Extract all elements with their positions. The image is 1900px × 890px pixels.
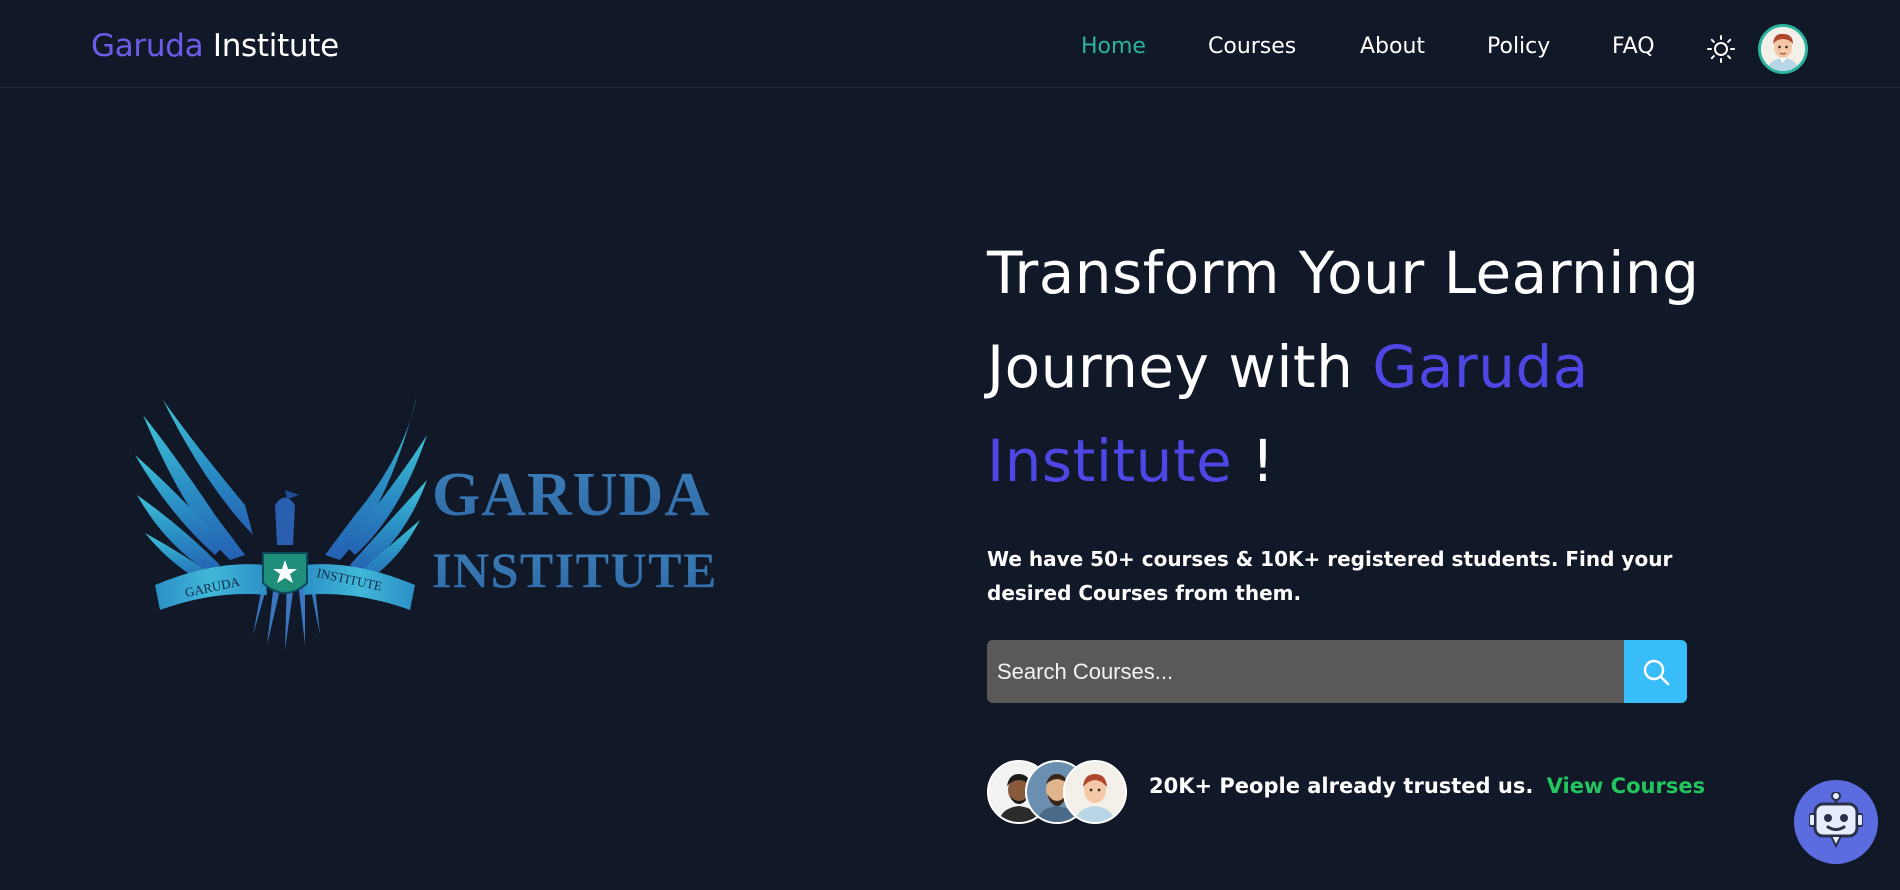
nav-courses[interactable]: Courses — [1208, 34, 1296, 59]
logo-wordmark-line1: GARUDA — [432, 461, 710, 529]
hero-title-highlight1: Garuda — [1372, 333, 1589, 401]
trusted-user-avatar — [1063, 760, 1127, 824]
hero-title: Transform Your Learning Journey with Gar… — [987, 226, 1747, 508]
trust-text: 20K+ People already trusted us. — [1149, 774, 1534, 798]
navbar: Garuda Institute Home Courses About Poli… — [0, 0, 1900, 88]
garuda-institute-emblem-logo: GARUDA INSTITUTE GARUDA INSTITUTE — [135, 395, 745, 655]
hero-title-line1: Transform Your Learning — [987, 239, 1700, 307]
brand-logo[interactable]: Garuda Institute — [91, 28, 339, 64]
chatbot-button[interactable] — [1794, 780, 1878, 864]
nav-faq[interactable]: FAQ — [1612, 34, 1655, 59]
search-bar — [987, 640, 1687, 703]
search-icon — [1643, 659, 1669, 685]
hero-title-line2: Journey with — [987, 333, 1373, 401]
trust-section: 20K+ People already trusted us. View Cou… — [987, 760, 1705, 824]
hero-description: We have 50+ courses & 10K+ registered st… — [987, 547, 1673, 605]
theme-toggle-sun-icon[interactable] — [1706, 34, 1736, 64]
logo-wordmark-line2: INSTITUTE — [432, 542, 718, 598]
nav-home[interactable]: Home — [1081, 34, 1146, 59]
hero-title-highlight2: Institute — [987, 427, 1233, 495]
robot-icon — [1809, 792, 1863, 849]
search-button[interactable] — [1624, 640, 1687, 703]
hero-title-end: ! — [1232, 427, 1276, 495]
nav-policy[interactable]: Policy — [1487, 34, 1550, 59]
trust-statement: 20K+ People already trusted us. View Cou… — [1149, 774, 1705, 798]
search-input[interactable] — [987, 640, 1624, 703]
user-avatar[interactable] — [1758, 24, 1808, 74]
view-courses-link[interactable]: View Courses — [1547, 774, 1705, 798]
brand-name-part1: Garuda — [91, 28, 204, 64]
brand-name-part2: Institute — [212, 28, 339, 64]
nav-about[interactable]: About — [1360, 34, 1425, 59]
